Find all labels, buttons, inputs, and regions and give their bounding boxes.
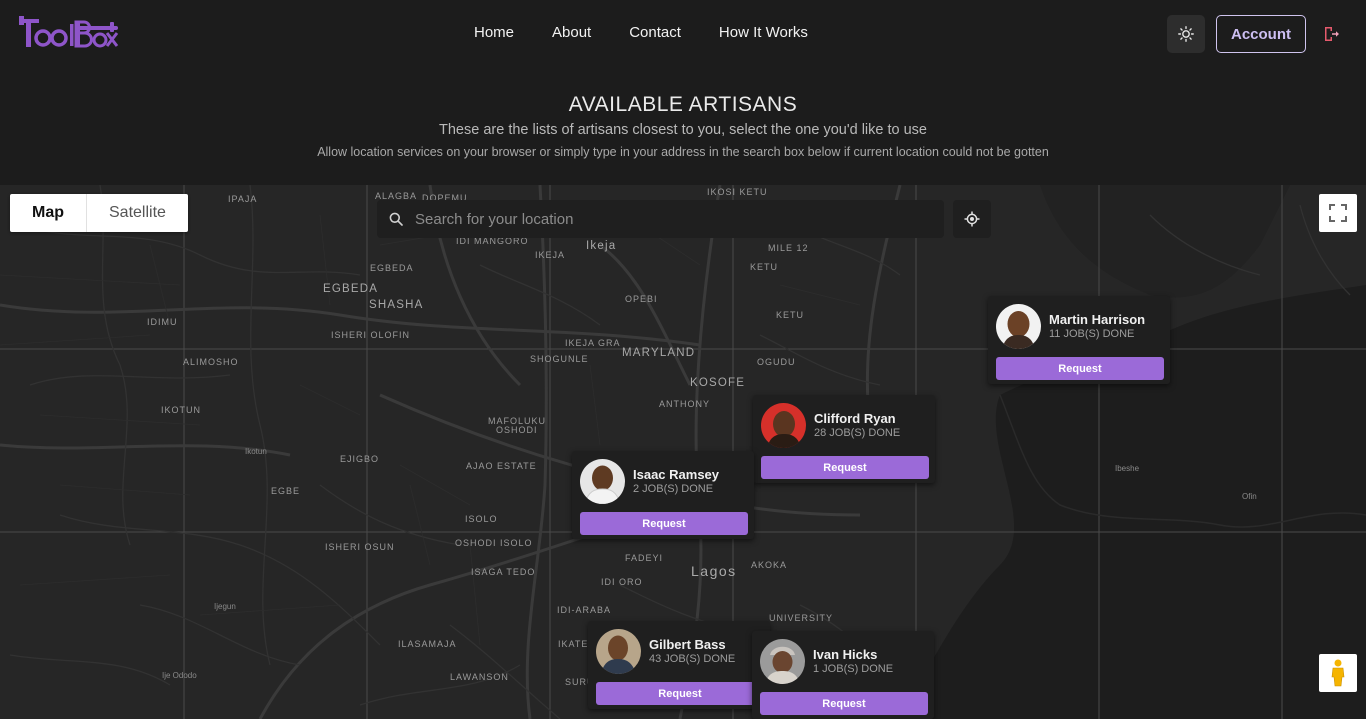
search-icon <box>389 212 403 226</box>
fullscreen-button[interactable] <box>1319 194 1357 232</box>
map-label-ibeshe: Ibeshe <box>1115 464 1140 473</box>
artisan-card-isaac-ramsey: Isaac Ramsey 2 JOB(S) DONE Request <box>572 451 754 539</box>
map-label-ikotun-small: Ikotun <box>245 447 267 456</box>
map-label-fadeyi: FADEYI <box>625 553 664 563</box>
map-label-ketu-2: KETU <box>776 310 805 320</box>
map-type-control: Map Satellite <box>10 194 188 232</box>
map-label-ketu: KETU <box>750 262 779 272</box>
artisan-name: Gilbert Bass <box>649 637 726 652</box>
map-label-ikotun: IKOTUN <box>161 405 202 415</box>
avatar <box>760 639 805 684</box>
map-label-ajao-estate: AJAO ESTATE <box>466 461 537 471</box>
map-label-ikeja-gra: IKEJA GRA <box>565 338 621 348</box>
map-label-akoka: AKOKA <box>751 560 788 570</box>
request-button[interactable]: Request <box>996 357 1164 380</box>
map-label-mile-12: MILE 12 <box>768 243 809 253</box>
nav-home-link[interactable]: Home <box>474 24 514 41</box>
artisan-name: Ivan Hicks <box>813 647 878 662</box>
artisan-card-clifford-ryan: Clifford Ryan 28 JOB(S) DONE Request <box>753 395 935 483</box>
map-label-oshodi-isolo: OSHODI ISOLO <box>455 538 533 548</box>
request-button[interactable]: Request <box>596 682 764 705</box>
artisan-jobs-count: 2 JOB(S) DONE <box>633 483 714 495</box>
map-label-alimosho: ALIMOSHO <box>183 357 239 367</box>
artisan-name: Martin Harrison <box>1049 312 1146 327</box>
nav-about-link[interactable]: About <box>552 24 591 41</box>
logout-icon <box>1325 27 1339 41</box>
artisan-jobs-count: 1 JOB(S) DONE <box>813 663 894 675</box>
map-label-university: UNIVERSITY <box>769 613 834 623</box>
map-label-shasha: SHASHA <box>369 299 424 311</box>
map-label-maryland: MARYLAND <box>622 347 696 359</box>
map-label-ofin: Ofin <box>1242 492 1257 501</box>
nav-links: Home About Contact How It Works <box>474 24 808 41</box>
avatar <box>596 629 641 674</box>
map-label-egbeda-big: EGBEDA <box>323 283 379 295</box>
avatar <box>996 304 1041 349</box>
map-label-ikosi-ketu: IKOSI KETU <box>707 187 768 197</box>
map-label-isheri-osun: ISHERI OSUN <box>325 542 395 552</box>
logout-button[interactable] <box>1321 24 1341 44</box>
map-label-shogunle: SHOGUNLE <box>530 354 589 364</box>
artisan-name: Clifford Ryan <box>814 411 896 426</box>
map-label-ije-ododo: Ije Ododo <box>162 671 197 680</box>
crosshair-icon <box>964 211 980 227</box>
map-label-lagos: Lagos <box>691 563 737 579</box>
sun-icon <box>1178 26 1194 42</box>
artisan-card-gilbert-bass: Gilbert Bass 43 JOB(S) DONE Request <box>588 621 770 709</box>
nav-how-it-works-link[interactable]: How It Works <box>719 24 808 41</box>
fullscreen-icon <box>1329 204 1347 222</box>
nav-contact-link[interactable]: Contact <box>629 24 681 41</box>
map-label-ipaja: IPAJA <box>228 194 258 204</box>
artisan-jobs-count: 28 JOB(S) DONE <box>814 427 901 439</box>
map-label-egbe: EGBE <box>271 486 301 496</box>
street-view-pegman[interactable] <box>1319 654 1357 692</box>
map-label-ikeja: Ikeja <box>586 240 617 252</box>
page-title: AVAILABLE ARTISANS <box>568 93 798 116</box>
artisan-jobs-count: 11 JOB(S) DONE <box>1049 328 1135 340</box>
request-button[interactable]: Request <box>580 512 748 535</box>
map-canvas[interactable]: IPAJA ALAGBA DOPEMU IKOSI KETU IDI MANGO… <box>0 185 1366 719</box>
map-label-kosofe: KOSOFE <box>690 377 746 389</box>
location-search-box <box>377 200 944 238</box>
map-label-idimu: IDIMU <box>147 317 178 327</box>
request-button[interactable]: Request <box>760 692 928 715</box>
artisan-jobs-count: 43 JOB(S) DONE <box>649 653 736 665</box>
page-subtitle: These are the lists of artisans closest … <box>439 122 927 138</box>
map-label-ilasamaja: ILASAMAJA <box>398 639 457 649</box>
navbar: Home About Contact How It Works Account <box>0 0 1366 68</box>
pegman-icon <box>1331 659 1345 687</box>
location-search-input[interactable] <box>415 210 935 228</box>
map-label-ogudu: OGUDU <box>757 357 796 367</box>
map-type-satellite-button[interactable]: Satellite <box>87 194 188 232</box>
artisan-name: Isaac Ramsey <box>633 467 720 482</box>
map-label-isheri-olofin: ISHERI OLOFIN <box>331 330 411 340</box>
location-note: Allow location services on your browser … <box>317 145 1049 159</box>
avatar <box>580 459 625 504</box>
map-label-idi-araba: IDI-ARABA <box>557 605 612 615</box>
theme-toggle-button[interactable] <box>1167 15 1205 53</box>
map-label-anthony: ANTHONY <box>659 399 711 409</box>
map-label-isolo: ISOLO <box>465 514 498 524</box>
artisan-card-martin-harrison: Martin Harrison 11 JOB(S) DONE Request <box>988 296 1170 384</box>
map-label-lawanson: LAWANSON <box>450 672 509 682</box>
map-label-ejigbo: EJIGBO <box>340 454 380 464</box>
current-location-button[interactable] <box>953 200 991 238</box>
toolbox-logo[interactable] <box>18 16 120 52</box>
map-label-oshodi: OSHODI <box>496 425 538 435</box>
map-label-isaga-tedo: ISAGA TEDO <box>471 567 536 577</box>
avatar <box>761 403 806 448</box>
map-label-ikeja-caps: IKEJA <box>535 250 566 260</box>
map-label-idi-oro: IDI ORO <box>601 577 643 587</box>
artisan-card-ivan-hicks: Ivan Hicks 1 JOB(S) DONE Request <box>752 631 934 719</box>
map-label-ikate: IKATE <box>558 639 589 649</box>
account-button[interactable]: Account <box>1216 15 1306 53</box>
map-label-ijegun: Ijegun <box>214 602 236 611</box>
map-type-map-button[interactable]: Map <box>10 194 87 232</box>
map-label-egbeda: EGBEDA <box>370 263 414 273</box>
map-label-opebi: OPEBI <box>625 294 658 304</box>
request-button[interactable]: Request <box>761 456 929 479</box>
